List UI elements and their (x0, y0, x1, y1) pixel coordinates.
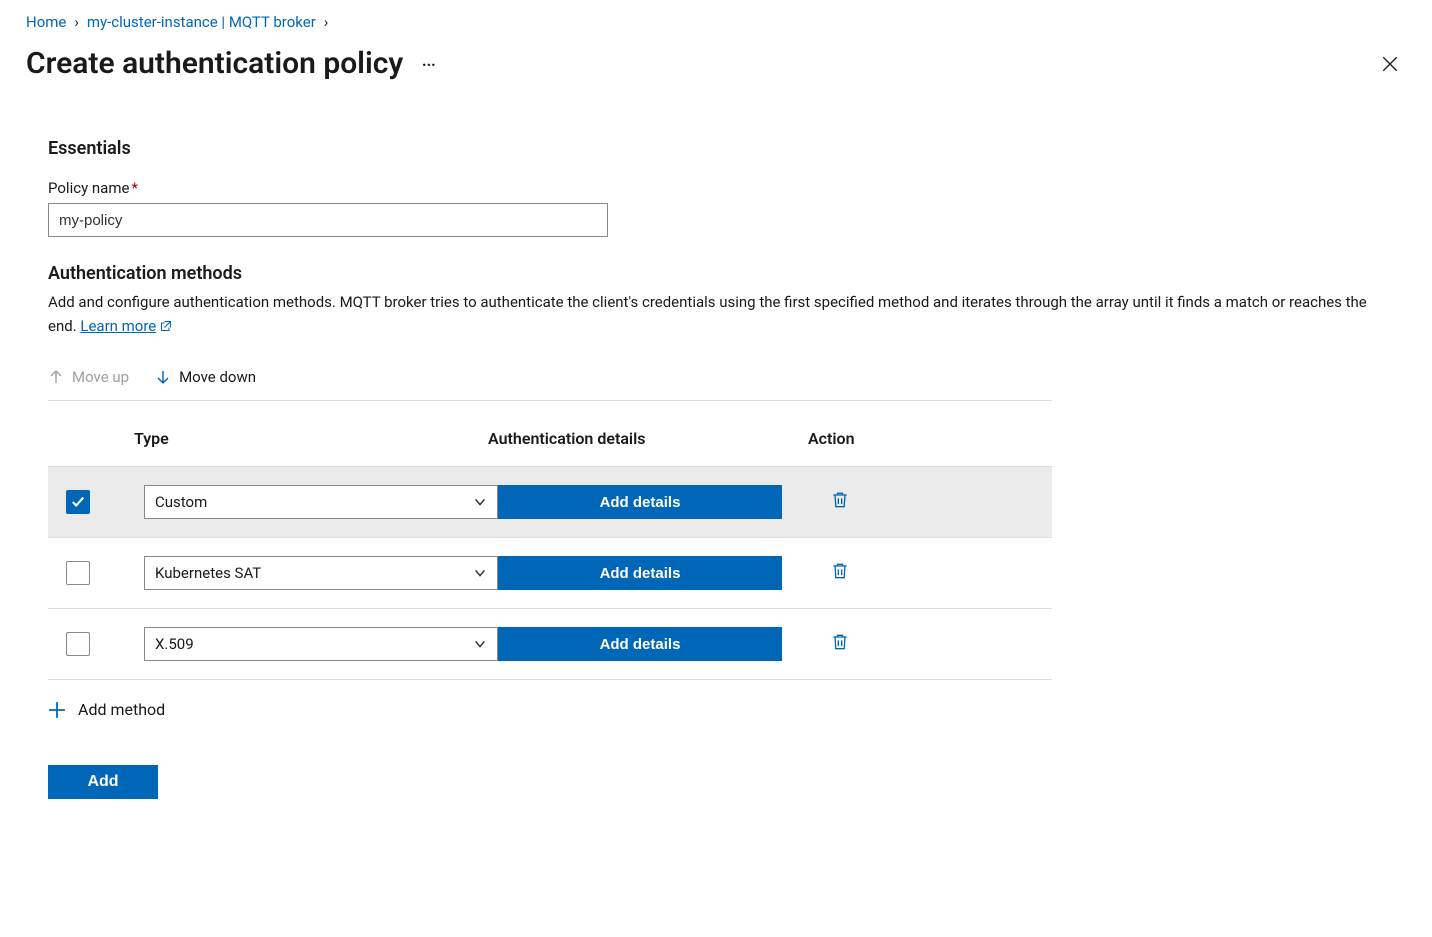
arrow-down-icon (155, 369, 171, 385)
table-header: Type Authentication details Action (48, 429, 1052, 466)
add-details-button[interactable]: Add details (498, 556, 782, 590)
chevron-down-icon (473, 566, 487, 580)
close-icon (1381, 55, 1399, 73)
table-row: Kubernetes SAT Add details (48, 538, 1052, 609)
policy-name-label: Policy name* (48, 179, 1432, 197)
essentials-heading: Essentials (48, 138, 1432, 159)
delete-row-button[interactable] (818, 561, 1062, 585)
table-row: X.509 Add details (48, 609, 1052, 680)
table-row: Custom Add details (48, 466, 1052, 538)
breadcrumb: Home › my-cluster-instance | MQTT broker… (26, 12, 1432, 32)
chevron-right-icon: › (72, 12, 81, 32)
page-title: Create authentication policy (26, 46, 403, 82)
row-checkbox[interactable] (66, 632, 90, 656)
type-select-value: X.509 (155, 635, 194, 653)
trash-icon (830, 490, 850, 510)
add-method-label: Add method (78, 700, 165, 719)
type-select-value: Kubernetes SAT (155, 564, 261, 582)
type-select-value: Custom (155, 493, 207, 511)
trash-icon (830, 561, 850, 581)
learn-more-link[interactable]: Learn more (80, 314, 172, 338)
add-method-button[interactable]: Add method (48, 698, 1052, 719)
chevron-down-icon (473, 637, 487, 651)
add-details-button[interactable]: Add details (498, 627, 782, 661)
chevron-right-icon: › (322, 12, 331, 32)
row-checkbox[interactable] (66, 490, 90, 514)
policy-name-input[interactable] (48, 203, 608, 237)
external-link-icon (160, 320, 172, 332)
title-row: Create authentication policy … (26, 46, 1404, 82)
check-icon (71, 495, 85, 509)
arrow-up-icon (48, 369, 64, 385)
move-down-button[interactable]: Move down (155, 368, 256, 386)
auth-methods-heading: Authentication methods (48, 263, 1432, 284)
trash-icon (830, 632, 850, 652)
breadcrumb-instance-link[interactable]: my-cluster-instance | MQTT broker (87, 12, 316, 32)
delete-row-button[interactable] (818, 632, 1062, 656)
breadcrumb-home-link[interactable]: Home (26, 12, 66, 32)
required-asterisk: * (131, 179, 137, 197)
chevron-down-icon (473, 495, 487, 509)
add-details-button[interactable]: Add details (498, 485, 782, 519)
move-up-button: Move up (48, 368, 129, 386)
close-button[interactable] (1376, 50, 1404, 78)
type-select[interactable]: Custom (144, 485, 498, 519)
row-checkbox[interactable] (66, 561, 90, 585)
col-header-type: Type (108, 429, 488, 448)
auth-methods-table: Type Authentication details Action Custo… (48, 429, 1052, 719)
reorder-toolbar: Move up Move down (48, 368, 1052, 401)
more-icon[interactable]: … (421, 47, 438, 82)
delete-row-button[interactable] (818, 490, 1062, 514)
col-header-details: Authentication details (488, 429, 808, 448)
plus-icon (48, 701, 66, 719)
auth-methods-description: Add and configure authentication methods… (48, 290, 1432, 338)
add-button[interactable]: Add (48, 765, 158, 799)
col-header-action: Action (808, 429, 1052, 448)
footer: Add (48, 765, 1432, 799)
type-select[interactable]: Kubernetes SAT (144, 556, 498, 590)
type-select[interactable]: X.509 (144, 627, 498, 661)
